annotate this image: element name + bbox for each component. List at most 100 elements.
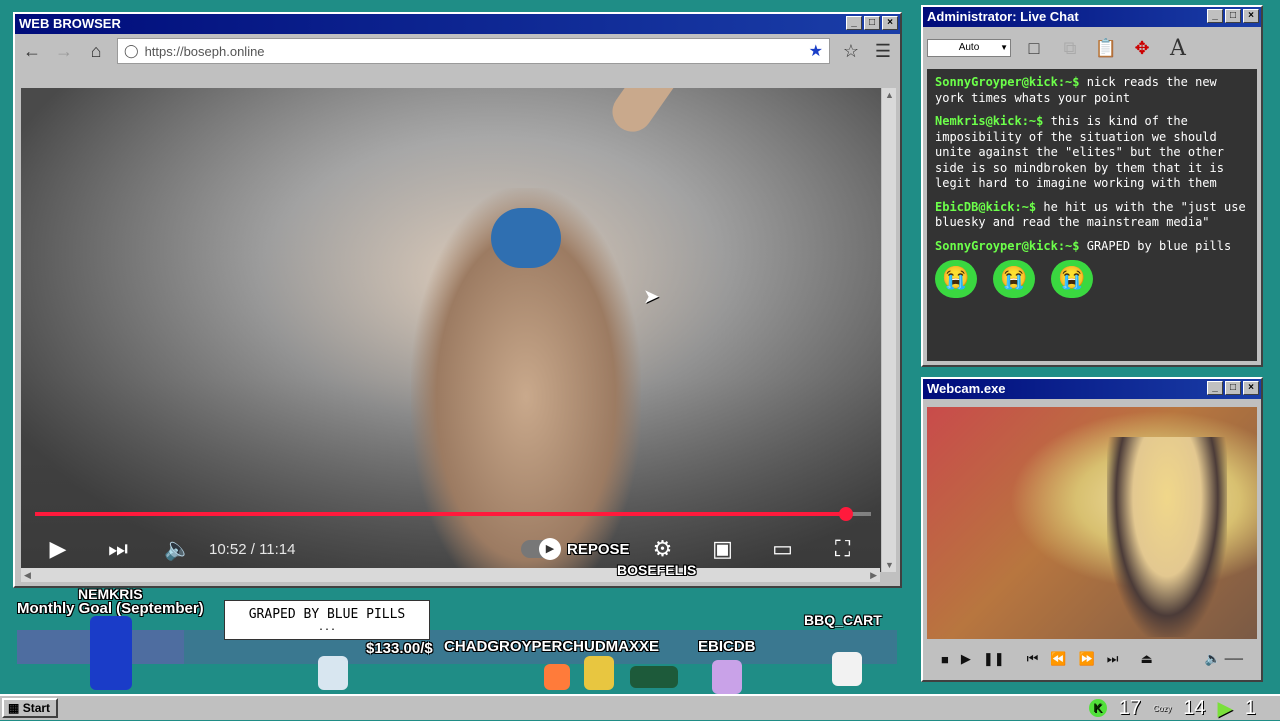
chat-toolbar: Auto ▼ □ ⧉ 📋 ✥ A: [923, 27, 1261, 69]
webcam-feed: [927, 407, 1257, 639]
minimize-button[interactable]: _: [1207, 9, 1223, 23]
chat-titlebar[interactable]: Administrator: Live Chat _ □ ×: [923, 7, 1261, 27]
orange-creature-sprite: [544, 664, 570, 690]
white-yellow-creature-sprite: [832, 652, 862, 686]
miniplayer-icon[interactable]: ▣: [706, 536, 740, 562]
viewer-name-ebicdb: EBICDB: [698, 638, 756, 655]
play-icon[interactable]: ▶: [41, 536, 75, 562]
video-time: 10:52 / 11:14: [209, 541, 296, 558]
repose-label: REPOSE: [567, 540, 630, 558]
chat-username: Nemkris@kick:~$: [935, 114, 1044, 128]
scroll-left-icon[interactable]: ◀: [24, 570, 31, 581]
chat-speech-bubble: GRAPED BY BLUE PILLS ...: [224, 600, 430, 640]
crying-emote-icon: 😭: [1051, 260, 1093, 298]
stat-viewers-3: 1: [1244, 696, 1256, 719]
webcam-titlebar[interactable]: Webcam.exe _ □ ×: [923, 379, 1261, 399]
time-separator: /: [250, 540, 255, 558]
skip-forward-icon[interactable]: ⏭: [1107, 651, 1119, 667]
vtuber-avatar: [1107, 437, 1227, 637]
video-progress-bar[interactable]: [35, 507, 871, 521]
chat-message: SonnyGroyper@kick:~$ GRAPED by blue pill…: [935, 239, 1249, 255]
chat-message: SonnyGroyper@kick:~$ nick reads the new …: [935, 75, 1249, 106]
stop-icon[interactable]: ■: [941, 652, 949, 667]
chat-text: GRAPED by blue pills: [1086, 238, 1232, 253]
horizontal-scrollbar[interactable]: ◀ ▶: [21, 568, 880, 582]
theater-mode-icon[interactable]: ▭: [766, 536, 800, 562]
taskbar: ▦ Start K 17 Cozy 14 ▶ 1: [0, 694, 1280, 720]
windows-logo-icon: ▦: [8, 701, 20, 715]
minimize-button[interactable]: _: [1207, 381, 1223, 395]
scroll-down-icon[interactable]: ▼: [885, 560, 894, 570]
maximize-button[interactable]: □: [1225, 381, 1241, 395]
yellow-creature-sprite: [584, 656, 614, 690]
play-icon[interactable]: ▶: [961, 651, 971, 667]
start-button[interactable]: ▦ Start: [2, 698, 58, 718]
speech-bubble-text: GRAPED BY BLUE PILLS: [248, 607, 406, 622]
fullscreen-icon[interactable]: ⛶: [826, 536, 860, 562]
viewer-name-chadgroyperchudmaxxe: CHADGROYPERCHUDMAXXE: [444, 638, 660, 655]
bookmark-star-filled-icon[interactable]: ★: [809, 41, 823, 61]
next-icon[interactable]: ⏭: [101, 536, 135, 562]
video-player[interactable]: ➤ ▶ ⏭ 🔈 10:52 / 11:14 ▶ REPOSE ⚙ ▣ ▭ ⛶: [21, 88, 881, 572]
vertical-scrollbar[interactable]: ▲ ▼: [882, 88, 896, 572]
chat-username: EbicDB@kick:~$: [935, 199, 1037, 214]
stat-kick-viewers: 17: [1118, 696, 1141, 719]
settings-gear-icon[interactable]: ⚙: [646, 536, 680, 562]
minimize-button[interactable]: _: [846, 16, 862, 30]
forward-arrow-icon[interactable]: →: [53, 40, 75, 62]
emote-row: 😭 😭 😭: [935, 260, 1249, 298]
crying-emote-icon: 😭: [993, 260, 1035, 298]
fast-forward-icon[interactable]: ⏩: [1079, 651, 1095, 667]
paste-icon[interactable]: 📋: [1093, 35, 1119, 61]
scroll-right-icon[interactable]: ▶: [870, 570, 877, 581]
stream-stats: K 17 Cozy 14 ▶ 1: [1088, 696, 1256, 720]
volume-icon[interactable]: 🔈 ──: [1205, 651, 1243, 667]
monthly-goal-label: Monthly Goal (September): [17, 600, 204, 617]
speech-bubble-subtext: ...: [317, 622, 337, 633]
close-button[interactable]: ×: [882, 16, 898, 30]
webcam-window: Webcam.exe _ □ × ■ ▶ ❚❚ ⏮ ⏪ ⏩ ⏭ ⏏ 🔈 ──: [921, 377, 1263, 682]
crying-emote-icon: 😭: [935, 260, 977, 298]
live-chat-window: Administrator: Live Chat _ □ × Auto ▼ □ …: [921, 5, 1263, 367]
maximize-button[interactable]: □: [864, 16, 880, 30]
menu-icon[interactable]: ☰: [872, 40, 894, 62]
chat-message: EbicDB@kick:~$ he hit us with the "just …: [935, 200, 1249, 231]
video-subject-arm: [604, 88, 735, 140]
browser-window: WEB BROWSER _ □ × ← → ⌂ ◯ https://boseph…: [13, 12, 902, 588]
pause-icon[interactable]: ❚❚: [983, 651, 1005, 667]
address-bar[interactable]: ◯ https://boseph.online ★: [117, 38, 830, 64]
eject-icon[interactable]: ⏏: [1140, 651, 1152, 667]
scroll-up-icon[interactable]: ▲: [885, 90, 894, 100]
cozy-label: Cozy: [1153, 703, 1172, 713]
close-button[interactable]: ×: [1243, 9, 1259, 23]
select-rectangle-icon[interactable]: □: [1021, 35, 1047, 61]
browser-titlebar[interactable]: WEB BROWSER _ □ ×: [15, 14, 900, 34]
auto-dropdown[interactable]: Auto ▼: [927, 39, 1011, 57]
video-progress-knob[interactable]: [838, 507, 853, 521]
close-button[interactable]: ×: [1243, 381, 1259, 395]
favorite-star-icon[interactable]: ☆: [840, 40, 862, 62]
chat-log[interactable]: SonnyGroyper@kick:~$ nick reads the new …: [927, 69, 1257, 361]
browser-navbar: ← → ⌂ ◯ https://boseph.online ★ ☆ ☰: [15, 34, 900, 68]
back-arrow-icon[interactable]: ←: [21, 40, 43, 62]
volume-icon[interactable]: 🔈: [161, 536, 195, 562]
move-icon[interactable]: ✥: [1129, 35, 1155, 61]
monthly-goal-amount: $133.00/$: [366, 640, 433, 657]
home-icon[interactable]: ⌂: [85, 40, 107, 62]
rumble-logo-icon: ▶: [1217, 697, 1233, 720]
rewind-icon[interactable]: ⏪: [1050, 651, 1066, 667]
skip-back-icon[interactable]: ⏮: [1027, 651, 1039, 667]
copy-icon[interactable]: ⧉: [1057, 35, 1083, 61]
autoplay-toggle[interactable]: ▶: [521, 538, 561, 560]
blue-hedgehog-sprite: [90, 616, 132, 690]
chat-title: Administrator: Live Chat: [927, 9, 1079, 24]
time-current: 10:52: [209, 540, 247, 558]
chat-username: SonnyGroyper@kick:~$: [935, 75, 1080, 89]
dropdown-value: Auto: [958, 42, 980, 53]
video-controls-right: ▶ REPOSE ⚙ ▣ ▭ ⛶: [521, 532, 860, 566]
font-icon[interactable]: A: [1165, 35, 1191, 61]
viewer-name-bosefelis: BOSEFELIS: [617, 562, 697, 578]
maximize-button[interactable]: □: [1225, 9, 1241, 23]
media-controls: ■ ▶ ❚❚ ⏮ ⏪ ⏩ ⏭ ⏏ 🔈 ──: [927, 644, 1257, 674]
autoplay-toggle-knob: ▶: [539, 538, 561, 560]
